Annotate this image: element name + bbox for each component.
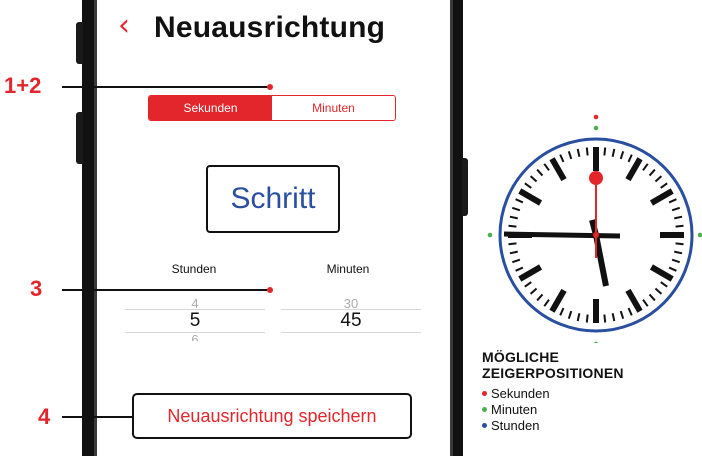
clock-minute-tick: [508, 224, 517, 228]
hours-picker-value: 5: [125, 309, 265, 333]
minutes-picker-prev: 30: [343, 297, 359, 309]
legend-label-stunden: Stunden: [491, 418, 540, 433]
phone-volume-button: [76, 22, 83, 64]
clock-minute-tick: [675, 224, 684, 228]
phone-frame-right-inner: [450, 0, 453, 456]
green-bullet-icon: [482, 407, 487, 413]
clock-minute-tick: [585, 314, 589, 323]
callout-line-3: [62, 289, 270, 291]
phone-side-button: [76, 112, 83, 164]
phone-frame-right: [452, 0, 463, 456]
minute-marker-dot-right: [697, 232, 702, 238]
station-clock-illustration: [487, 114, 702, 343]
legend-title: MÖGLICHE ZEIGERPOSITIONEN: [482, 349, 624, 381]
clock-minute-tick: [603, 314, 607, 323]
legend-item-minuten: Minuten: [482, 402, 537, 417]
hours-picker[interactable]: 4 5 6: [125, 297, 265, 341]
callout-dot-3: [267, 287, 273, 293]
second-hand-disc: [589, 171, 603, 185]
legend-label-minuten: Minuten: [491, 402, 538, 417]
back-chevron-icon[interactable]: ‹: [118, 8, 130, 44]
minutes-label: Minuten: [326, 262, 370, 276]
callout-label-4: 4: [38, 404, 51, 429]
segment-sekunden[interactable]: Sekunden: [149, 96, 272, 120]
minute-marker-dot-top: [593, 125, 599, 131]
legend-title-line-1: MÖGLICHE: [482, 349, 560, 365]
minute-marker-dot-left: [487, 232, 493, 238]
minutes-picker[interactable]: 30 45: [281, 297, 421, 341]
minutes-picker-next: [281, 333, 421, 341]
clock-minute-tick: [585, 147, 589, 156]
minutes-picker-value: 45: [281, 309, 421, 333]
phone-frame-left-inner: [94, 0, 97, 456]
minute-hand: [503, 231, 621, 239]
clock-minute-tick: [508, 242, 517, 246]
callout-label-1-2: 1+2: [4, 73, 42, 98]
save-realignment-button[interactable]: Neuausrichtung speichern: [132, 393, 412, 439]
hours-label: Stunden: [171, 262, 217, 276]
phone-power-button: [462, 158, 468, 216]
callout-dot-1-2: [267, 84, 273, 90]
callout-label-3: 3: [30, 276, 43, 301]
clock-minute-tick: [675, 242, 684, 246]
legend-item-stunden: Stunden: [482, 418, 539, 433]
clock-center: [593, 232, 599, 238]
hours-picker-next: 6: [191, 333, 199, 341]
segment-minuten[interactable]: Minuten: [272, 96, 395, 120]
page-title: Neuausrichtung: [154, 11, 386, 44]
minute-marker-dot-bottom: [593, 341, 599, 343]
callout-line-4: [62, 416, 132, 418]
hours-picker-prev: 4: [191, 297, 199, 309]
unit-segmented-control: Sekunden Minuten: [148, 95, 396, 121]
clock-minute-tick: [603, 147, 607, 156]
red-bullet-icon: [482, 391, 487, 397]
second-marker-dot: [593, 114, 599, 120]
blue-bullet-icon: [482, 423, 487, 429]
callout-line-1-2: [62, 86, 270, 88]
legend-item-sekunden: Sekunden: [482, 386, 550, 401]
legend-label-sekunden: Sekunden: [491, 386, 550, 401]
step-button[interactable]: Schritt: [206, 165, 340, 233]
legend-title-line-2: ZEIGERPOSITIONEN: [482, 365, 624, 381]
